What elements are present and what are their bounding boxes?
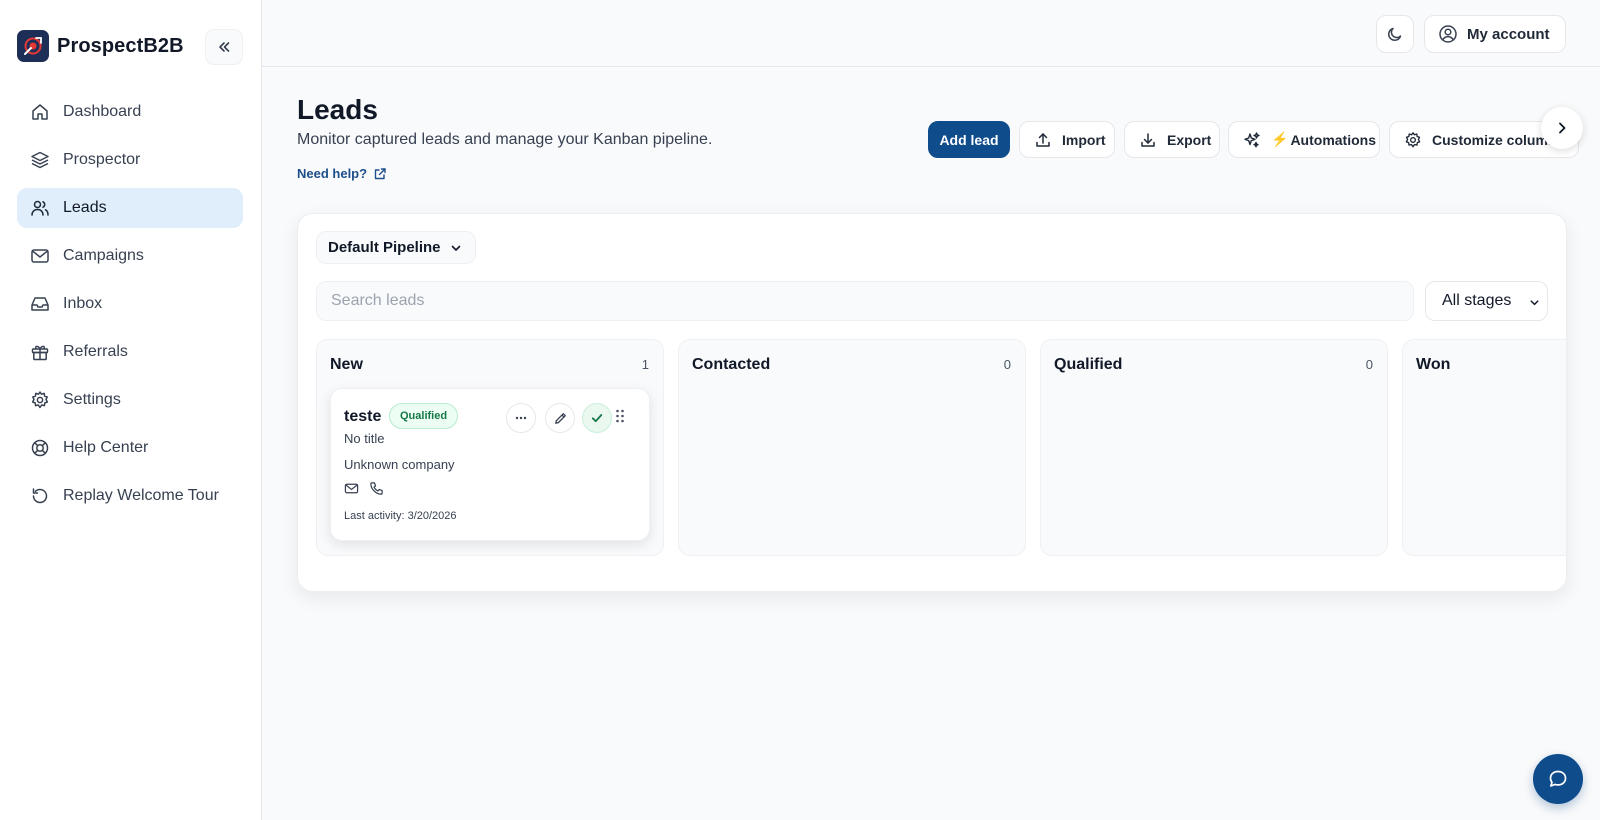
mail-icon	[30, 246, 50, 266]
lead-name: teste	[344, 408, 382, 425]
check-icon	[591, 414, 603, 423]
inbox-icon	[30, 294, 50, 314]
column-count: 0	[1003, 357, 1011, 372]
gift-icon	[30, 342, 50, 362]
pipeline-select[interactable]: Default Pipeline	[316, 231, 476, 264]
column-count: 0	[1365, 357, 1373, 372]
external-link-icon	[374, 167, 386, 179]
add-lead-label: Add lead	[939, 131, 999, 148]
sidebar-item-label: Settings	[63, 391, 121, 408]
scroll-toolbar-right-button[interactable]	[1541, 107, 1583, 149]
column-title: Qualified	[1054, 356, 1123, 373]
sidebar-item-label: Dashboard	[63, 103, 142, 120]
more-horizontal-icon	[515, 416, 527, 420]
add-lead-button[interactable]: Add lead	[928, 121, 1010, 158]
page-subtitle: Monitor captured leads and manage your K…	[297, 131, 713, 148]
lead-job-title: No title	[344, 431, 385, 446]
lead-more-options-button[interactable]	[506, 403, 536, 433]
sidebar-item-replay-welcome-tour[interactable]: Replay Welcome Tour	[17, 476, 243, 516]
import-button[interactable]: Import	[1019, 121, 1115, 158]
brand-logo-icon	[17, 30, 49, 62]
sidebar-item-inbox[interactable]: Inbox	[17, 284, 243, 324]
automations-button[interactable]: ⚡ Automations	[1228, 121, 1380, 158]
export-button[interactable]: Export	[1124, 121, 1220, 158]
sidebar-item-label: Referrals	[63, 343, 128, 360]
column-title: New	[330, 356, 363, 373]
automations-label: Automations	[1290, 131, 1376, 148]
pencil-icon	[554, 412, 566, 424]
stage-filter-select[interactable]: All stages	[1425, 281, 1548, 321]
sidebar-item-label: Campaigns	[63, 247, 144, 264]
brand-name: ProspectB2B	[57, 34, 184, 57]
sidebar-item-label: Inbox	[63, 295, 103, 312]
chat-bubble-icon	[1549, 770, 1567, 787]
theme-toggle-button[interactable]	[1376, 15, 1414, 53]
page-title: Leads	[297, 94, 378, 125]
column-title: Won	[1416, 356, 1451, 373]
bolt-icon: ⚡	[1271, 131, 1289, 147]
upload-icon	[1036, 132, 1050, 147]
replay-icon	[30, 486, 50, 506]
lead-company: Unknown company	[344, 457, 455, 472]
export-label: Export	[1167, 131, 1212, 148]
gear-icon	[30, 390, 50, 410]
sparkles-icon	[1244, 131, 1260, 147]
collapse-sidebar-button[interactable]	[205, 29, 243, 65]
sidebar-item-campaigns[interactable]: Campaigns	[17, 236, 243, 276]
search-leads-input[interactable]	[316, 281, 1414, 321]
layers-icon	[30, 150, 50, 170]
sidebar: ProspectB2B Dashboard Prospector Leads C…	[0, 0, 262, 820]
sidebar-item-leads[interactable]: Leads	[17, 188, 243, 228]
mail-icon[interactable]	[344, 481, 359, 496]
sidebar-item-prospector[interactable]: Prospector	[17, 140, 243, 180]
pipeline-select-value: Default Pipeline	[328, 239, 441, 256]
gear-icon	[1405, 131, 1421, 147]
sidebar-item-dashboard[interactable]: Dashboard	[17, 92, 243, 132]
download-icon	[1141, 132, 1155, 147]
sidebar-item-referrals[interactable]: Referrals	[17, 332, 243, 372]
lead-contact-icons	[344, 481, 394, 496]
home-icon	[30, 102, 50, 122]
kanban-column-new: New 1 teste Qualified No title Unknown c…	[316, 339, 664, 556]
my-account-label: My account	[1467, 25, 1550, 43]
sidebar-item-label: Prospector	[63, 151, 141, 168]
lead-card[interactable]: teste Qualified No title Unknown company	[330, 388, 650, 541]
status-badge: Qualified	[389, 403, 459, 429]
lead-last-activity: Last activity: 3/20/2026	[344, 510, 457, 522]
drag-handle-icon[interactable]	[615, 408, 625, 424]
lead-mark-done-button[interactable]	[582, 403, 612, 433]
need-help-label: Need help?	[297, 166, 368, 181]
sidebar-item-label: Help Center	[63, 439, 149, 456]
chevron-right-icon	[1559, 122, 1566, 134]
chevron-down-icon	[451, 245, 460, 251]
chat-support-button[interactable]	[1533, 754, 1583, 804]
chevrons-left-icon	[219, 42, 230, 52]
column-count: 1	[641, 357, 649, 372]
sidebar-item-label: Replay Welcome Tour	[63, 487, 219, 504]
chevron-down-icon	[1530, 300, 1539, 306]
column-title: Contacted	[692, 356, 771, 373]
sidebar-item-help-center[interactable]: Help Center	[17, 428, 243, 468]
moon-icon	[1388, 27, 1402, 41]
brand[interactable]: ProspectB2B	[17, 30, 184, 62]
phone-icon[interactable]	[369, 481, 384, 496]
kanban-column-won: Won	[1402, 339, 1566, 556]
lifebuoy-icon	[30, 438, 50, 458]
kanban-column-contacted: Contacted 0	[678, 339, 1026, 556]
my-account-button[interactable]: My account	[1424, 15, 1566, 53]
user-circle-icon	[1439, 25, 1457, 43]
stage-filter-value: All stages	[1442, 292, 1512, 309]
need-help-link[interactable]: Need help?	[297, 166, 387, 181]
import-label: Import	[1062, 131, 1106, 148]
kanban-column-qualified: Qualified 0	[1040, 339, 1388, 556]
sidebar-item-settings[interactable]: Settings	[17, 380, 243, 420]
users-icon	[30, 198, 50, 218]
kanban-board: Default Pipeline All stages New 1 teste …	[297, 213, 1567, 592]
sidebar-nav: Dashboard Prospector Leads Campaigns Inb…	[17, 92, 243, 524]
lead-edit-button[interactable]	[545, 403, 575, 433]
sidebar-item-label: Leads	[63, 199, 107, 216]
